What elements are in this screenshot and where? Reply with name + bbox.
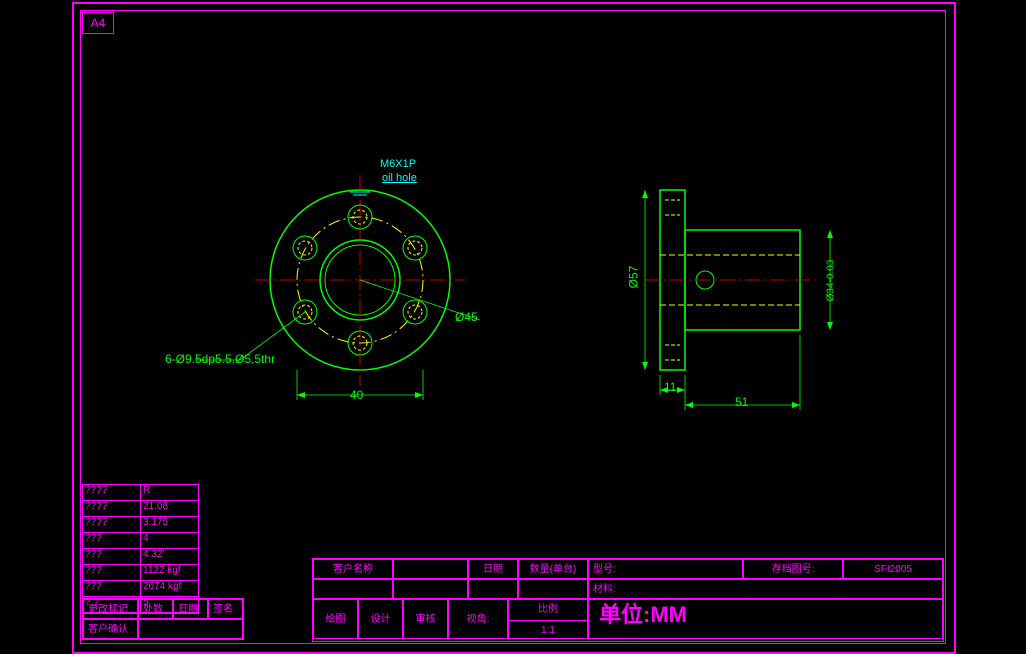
front-view xyxy=(190,110,590,510)
unit-label: 单位:MM xyxy=(599,605,687,625)
dia45-label: Ø45 xyxy=(455,310,478,324)
dim11-label: 11 xyxy=(664,380,676,394)
dia57-label: Ø57 xyxy=(626,266,640,289)
thread-label: M6X1P xyxy=(380,158,416,170)
a4-label: A4 xyxy=(82,12,114,34)
change-table: 更改标记 处数 日期 签名 客户确认 xyxy=(82,598,244,640)
title-block: 客户名称 日期 数量(单台) 型号: 存档图号: SFI2005 材料: 绘图 … xyxy=(312,558,944,642)
param-table: ????R ????21.08 ????3.175 ???4 ???4.32' … xyxy=(82,484,199,614)
hole-callout: 6-Ø9.5dp5.5,Ø5.5thr xyxy=(165,352,275,366)
dia34-label: Ø34-0.03 xyxy=(825,260,836,302)
dim40-label: 40 xyxy=(350,388,363,402)
side-view xyxy=(590,140,910,460)
dim51-label: 51 xyxy=(735,395,748,409)
oilhole-label: oil hole xyxy=(382,172,417,184)
